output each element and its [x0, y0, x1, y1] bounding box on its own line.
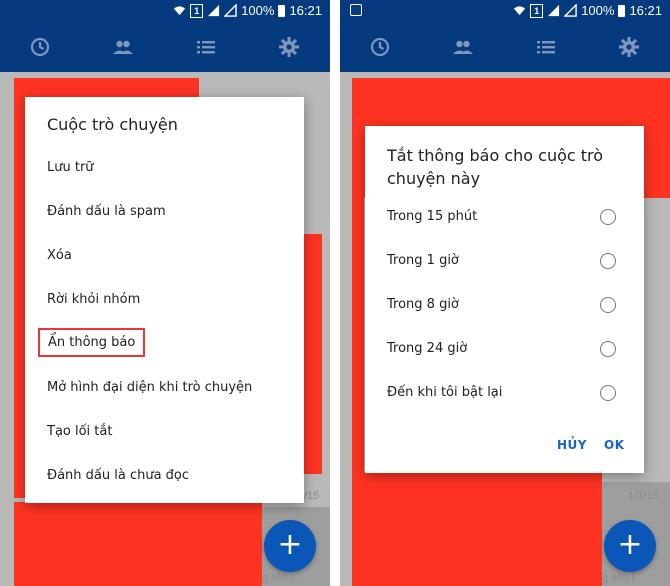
clock-time: 16:21: [289, 3, 322, 18]
option-label: Trong 1 giờ: [387, 253, 459, 268]
radio-button[interactable]: [600, 297, 616, 313]
phone-screen-left: 1 100% 16:21 1/15 g liên l... + Cuộc trò…: [0, 0, 330, 586]
tab-recent-clock-icon[interactable]: [28, 35, 52, 59]
mute-option-24hours[interactable]: Trong 24 giờ: [387, 338, 617, 362]
list-item-snippet: g liên l...: [602, 572, 643, 584]
phone-screen-right: 1 100% 16:21 1/1/15 g liên l... + Tắt th…: [340, 0, 670, 586]
tab-list-icon[interactable]: [194, 35, 218, 59]
dialog-title: Cuộc trò chuyện: [47, 115, 178, 134]
conversation-options-dialog: Cuộc trò chuyện Lưu trữ Đánh dấu là spam…: [25, 97, 304, 503]
tab-list-icon[interactable]: [534, 35, 558, 59]
list-item-snippet: g liên l...: [262, 572, 303, 584]
clock-time: 16:21: [629, 3, 662, 18]
status-bar: 1 100% 16:21: [340, 0, 670, 22]
option-label: Trong 24 giờ: [387, 341, 468, 356]
radio-button[interactable]: [600, 385, 616, 401]
radio-button[interactable]: [600, 253, 616, 269]
tab-settings-gear-icon[interactable]: [617, 35, 641, 59]
new-conversation-fab[interactable]: +: [264, 520, 316, 572]
sim-icon: 1: [530, 3, 544, 18]
wifi-icon: [174, 6, 186, 16]
battery-percent: 100%: [581, 3, 615, 18]
option-label: Trong 15 phút: [387, 209, 478, 224]
sim-icon: 1: [190, 3, 204, 18]
mute-notifications-dialog: Tắt thông báo cho cuộc trò chuyện này Tr…: [365, 126, 644, 473]
menu-item-hide-notifications[interactable]: Ẩn thông báo: [38, 328, 146, 357]
menu-item-show-avatar[interactable]: Mở hình đại diện khi trò chuyện: [47, 380, 252, 395]
status-icons: 1 100% 16:21: [173, 3, 322, 18]
wifi-icon: [514, 6, 526, 16]
signal-icon: [548, 4, 560, 17]
list-item-date: 1/1/15: [628, 490, 659, 502]
menu-item-create-shortcut[interactable]: Tạo lối tắt: [47, 424, 112, 439]
battery-percent: 100%: [241, 3, 275, 18]
option-label: Trong 8 giờ: [387, 297, 459, 312]
image-notification-icon: [350, 4, 362, 16]
mute-option-1hour[interactable]: Trong 1 giờ: [387, 250, 617, 274]
menu-item-leave-group[interactable]: Rời khỏi nhóm: [47, 292, 140, 307]
menu-item-mark-unread[interactable]: Đánh dấu là chưa đọc: [47, 468, 189, 483]
radio-button[interactable]: [600, 341, 616, 357]
mute-option-8hours[interactable]: Trong 8 giờ: [387, 294, 617, 318]
dialog-title: Tắt thông báo cho cuộc trò chuyện này: [387, 146, 604, 188]
radio-button[interactable]: [600, 209, 616, 225]
tab-bar: [340, 22, 670, 72]
new-conversation-fab[interactable]: +: [604, 520, 656, 572]
signal-icon: [564, 4, 577, 17]
option-label: Đến khi tôi bật lại: [387, 385, 503, 400]
signal-icon: [208, 4, 220, 17]
signal-icon: [224, 4, 237, 17]
menu-item-mark-spam[interactable]: Đánh dấu là spam: [47, 204, 166, 219]
status-icons: 1 100% 16:21: [513, 3, 662, 18]
ok-button[interactable]: OK: [604, 438, 625, 452]
plus-icon: +: [617, 527, 643, 562]
status-bar: 1 100% 16:21: [0, 0, 330, 22]
tab-recent-clock-icon[interactable]: [368, 35, 392, 59]
cancel-button[interactable]: HỦY: [557, 438, 587, 452]
battery-icon: [278, 4, 286, 17]
tab-contacts-people-icon[interactable]: [111, 35, 135, 59]
mute-option-until-unmuted[interactable]: Đến khi tôi bật lại: [387, 382, 617, 406]
menu-item-archive[interactable]: Lưu trữ: [47, 160, 94, 175]
redacted-area: [352, 198, 364, 498]
battery-icon: [618, 4, 626, 17]
redacted-area: [352, 472, 602, 586]
plus-icon: +: [277, 527, 303, 562]
redacted-area: [14, 502, 262, 586]
tab-contacts-people-icon[interactable]: [451, 35, 475, 59]
menu-item-delete[interactable]: Xóa: [47, 248, 72, 263]
mute-option-15min[interactable]: Trong 15 phút: [387, 206, 617, 230]
tab-bar: [0, 22, 330, 72]
tab-settings-gear-icon[interactable]: [277, 35, 301, 59]
